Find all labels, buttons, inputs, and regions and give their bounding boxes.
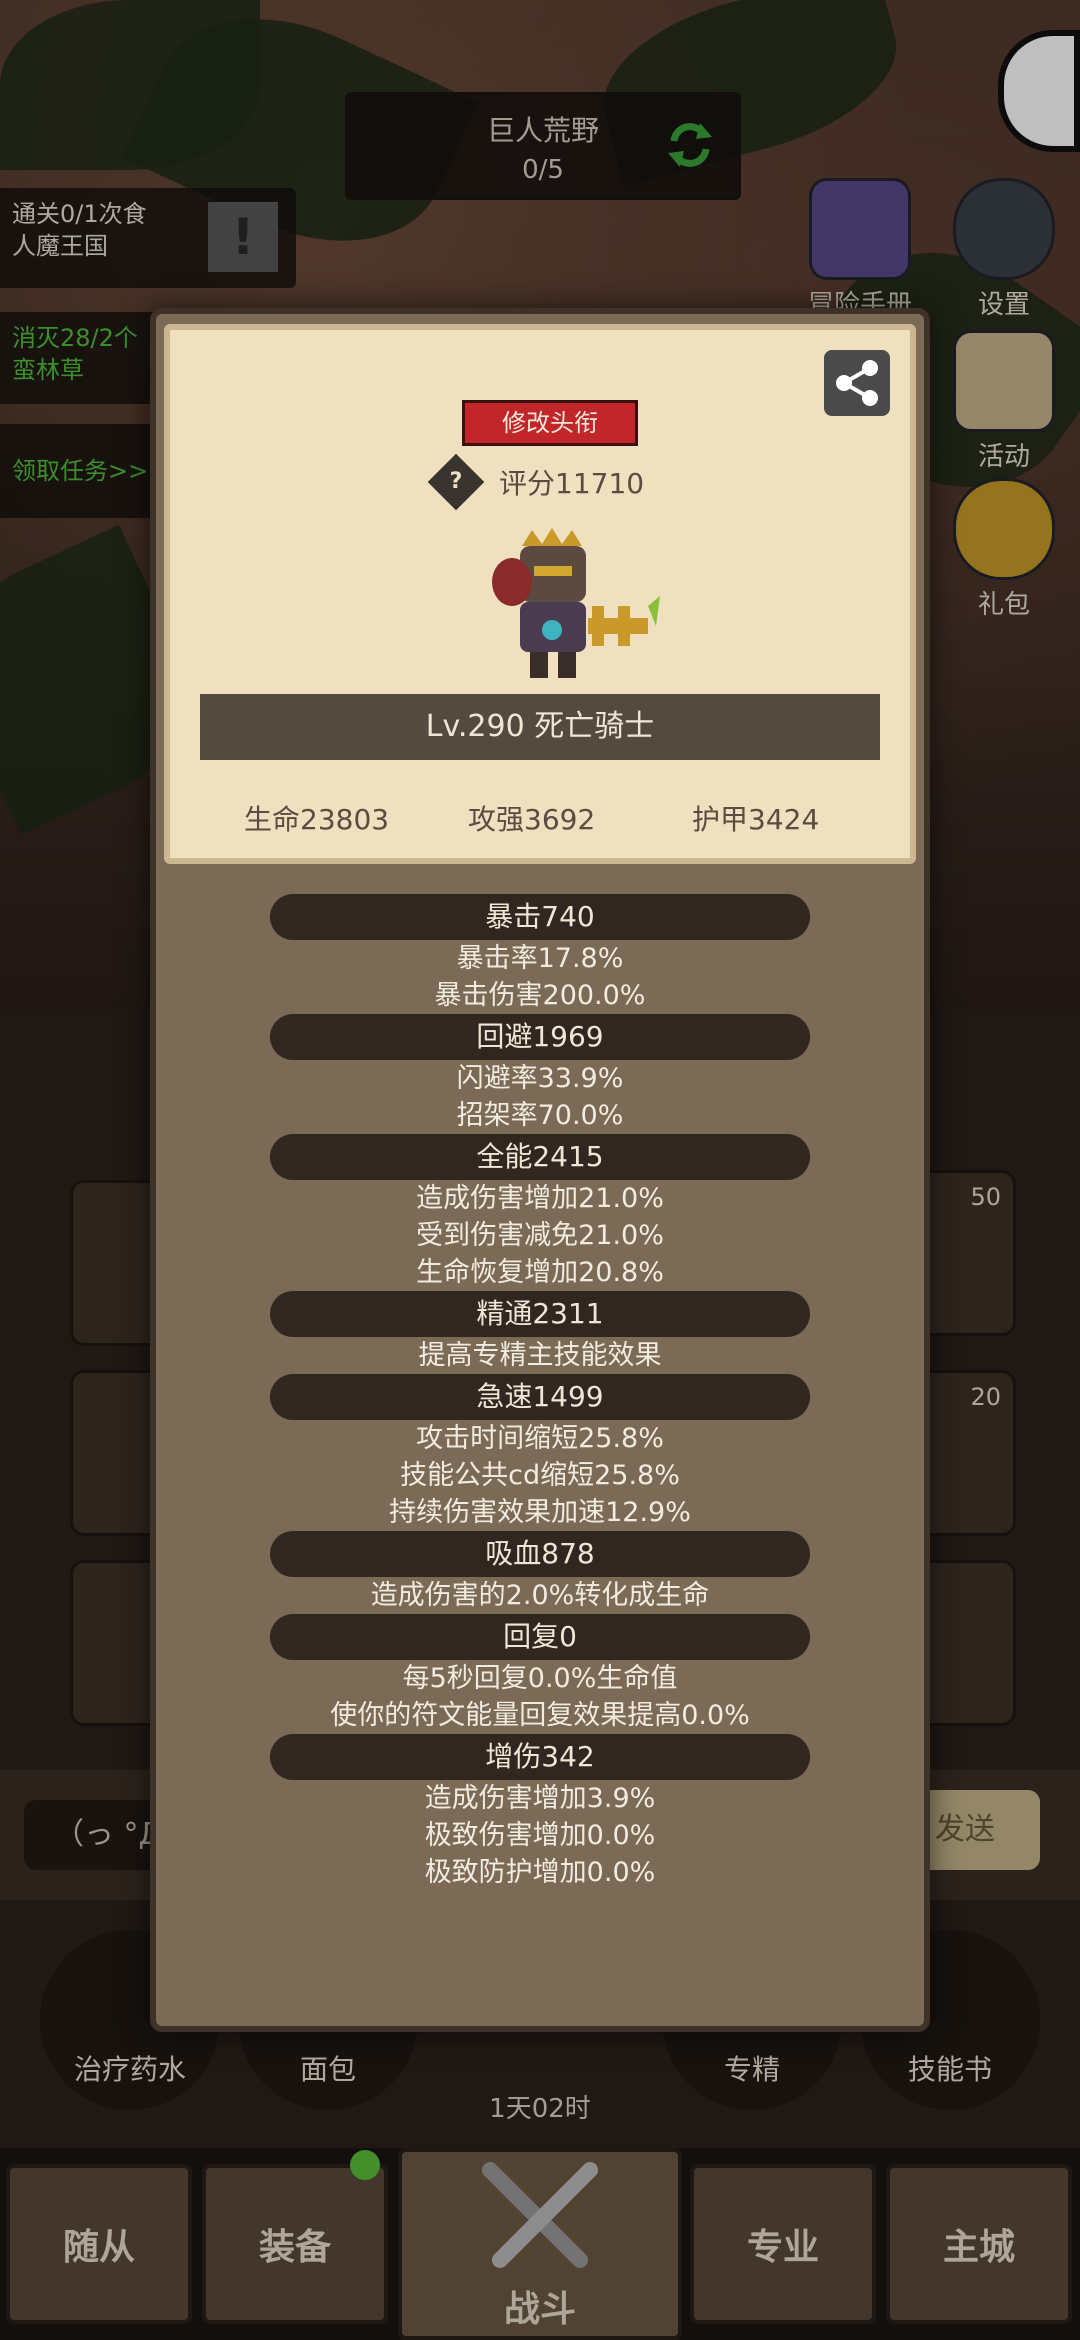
- stat-line: 暴击伤害200.0%: [434, 980, 646, 1011]
- hp-stat: 生命23803: [244, 803, 390, 836]
- stat-line: 闪避率33.9%: [456, 1063, 624, 1094]
- stat-line: 每5秒回复0.0%生命值: [402, 1663, 678, 1694]
- stat-line: 使你的符文能量回复效果提高0.0%: [330, 1700, 750, 1731]
- stat-line: 受到伤害减免21.0%: [416, 1220, 664, 1251]
- stat-line: 招架率70.0%: [456, 1100, 624, 1131]
- stat-header-haste: 急速1499: [270, 1374, 810, 1420]
- change-title-button[interactable]: 修改头衔: [462, 400, 638, 446]
- stat-line: 暴击率17.8%: [456, 943, 624, 974]
- secondary-stats: 暴击740 暴击率17.8% 暴击伤害200.0% 回避1969 闪避率33.9…: [156, 894, 924, 1891]
- score-text: 评分11710: [499, 467, 645, 500]
- stat-line: 造成伤害增加21.0%: [416, 1183, 664, 1214]
- attack-power-stat: 攻强3692: [468, 803, 596, 836]
- stat-line: 造成伤害的2.0%转化成生命: [370, 1580, 710, 1611]
- stat-line: 提高专精主技能效果: [418, 1340, 662, 1371]
- stat-line: 极致防护增加0.0%: [424, 1857, 656, 1888]
- score-row: ? 评分11710: [170, 453, 910, 511]
- help-icon[interactable]: ?: [427, 453, 485, 511]
- stat-header-regen: 回复0: [270, 1614, 810, 1660]
- stat-header-versatility: 全能2415: [270, 1134, 810, 1180]
- stat-line: 攻击时间缩短25.8%: [416, 1423, 664, 1454]
- base-stats: 生命23803 攻强3692 护甲3424: [170, 798, 910, 838]
- character-stats-panel: 修改头衔 ? 评分11710 Lv.290 死亡骑士 生命23803 攻强369…: [150, 308, 930, 2032]
- stat-header-mastery: 精通2311: [270, 1291, 810, 1337]
- stat-line: 极致伤害增加0.0%: [424, 1820, 656, 1851]
- share-button[interactable]: [824, 350, 890, 416]
- share-icon: [836, 360, 878, 406]
- stat-line: 造成伤害增加3.9%: [424, 1783, 656, 1814]
- stat-header-avoidance: 回避1969: [270, 1014, 810, 1060]
- stat-header-damage-bonus: 增伤342: [270, 1734, 810, 1780]
- level-name-bar: Lv.290 死亡骑士: [200, 694, 880, 760]
- armor-stat: 护甲3424: [692, 803, 820, 836]
- death-knight-sprite: [492, 528, 660, 678]
- stat-line: 持续伤害效果加速12.9%: [389, 1497, 691, 1528]
- character-card: 修改头衔 ? 评分11710 Lv.290 死亡骑士 生命23803 攻强369…: [164, 324, 916, 864]
- stat-header-lifesteal: 吸血878: [270, 1531, 810, 1577]
- stat-header-crit: 暴击740: [270, 894, 810, 940]
- stat-line: 生命恢复增加20.8%: [416, 1257, 664, 1288]
- stat-line: 技能公共cd缩短25.8%: [400, 1460, 680, 1491]
